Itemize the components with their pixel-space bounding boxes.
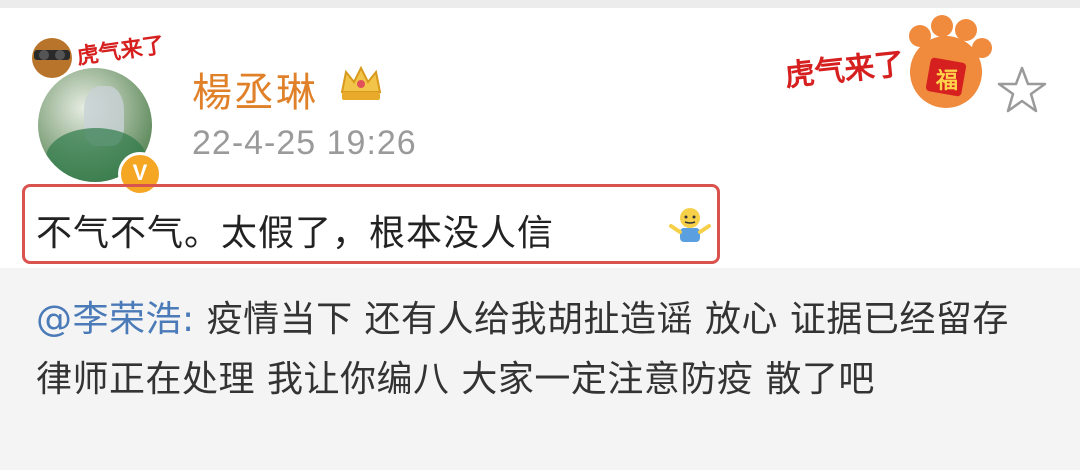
- header-sticker-text: 虎气来了: [783, 47, 906, 94]
- header-sticker-badge: 福: [935, 69, 958, 94]
- repost-content: @李荣浩: 疫情当下 还有人给我胡扯造谣 放心 证据已经留存 律师正在处理 我让…: [36, 290, 1046, 410]
- tiger-avatar-frame-icon: 虎气来了: [32, 32, 166, 78]
- avatar-container[interactable]: 虎气来了 V: [26, 24, 166, 196]
- post-timestamp: 22-4-25 19:26: [192, 124, 417, 162]
- tiger-paw-sticker-icon: 虎气来了 福: [783, 15, 992, 108]
- mention-link[interactable]: @李荣浩: [36, 299, 182, 340]
- username[interactable]: 楊丞琳: [192, 60, 318, 118]
- shrug-emoji-icon: [669, 208, 711, 242]
- avatar-sticker-text: 虎气来了: [75, 32, 166, 70]
- crown-icon: [340, 65, 382, 100]
- post-content: 不气不气。太假了，根本没人信: [36, 213, 555, 254]
- star-favorite-icon[interactable]: [996, 64, 1048, 116]
- top-divider: [0, 0, 1080, 8]
- mention-separator: :: [182, 299, 207, 340]
